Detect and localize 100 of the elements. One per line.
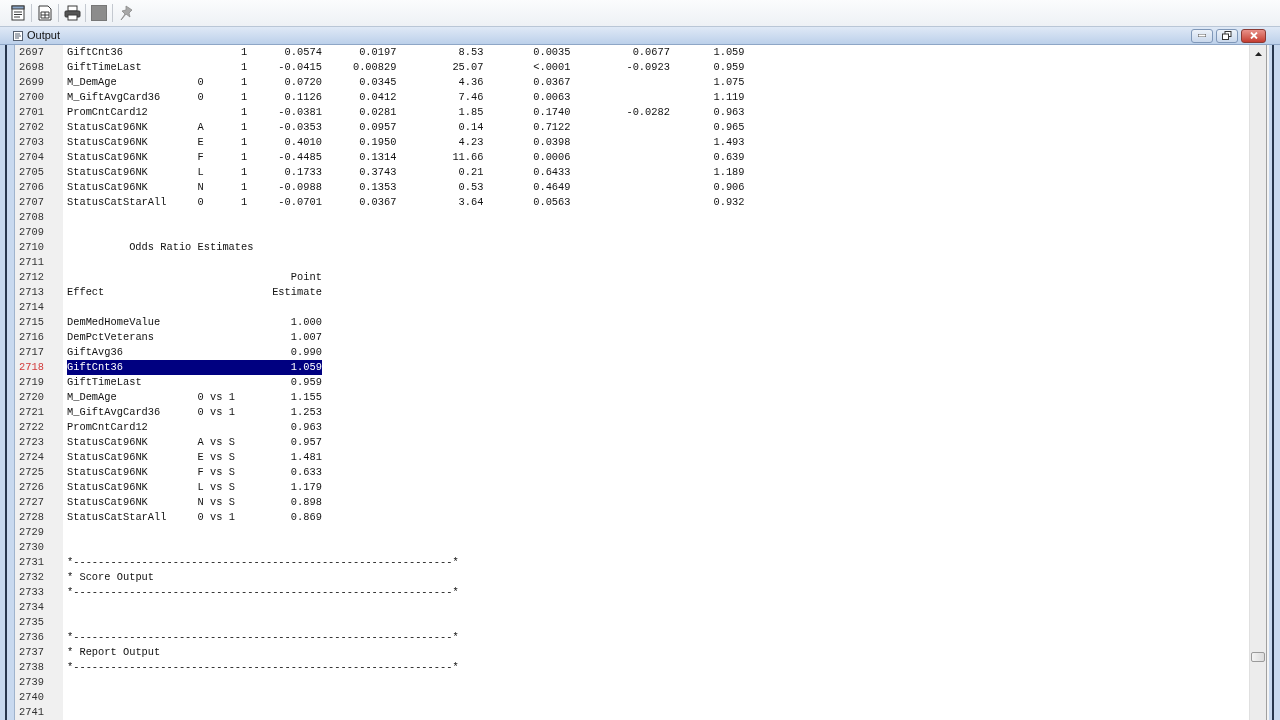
table-cell: 0.0957	[359, 120, 397, 135]
table-cell: -0.0701	[278, 195, 322, 210]
line-number: 2727	[19, 495, 44, 510]
scrollbar-thumb[interactable]	[1251, 652, 1265, 662]
table-cell: StatusCat96NK	[67, 150, 148, 165]
table-cell: 1.000	[290, 315, 322, 330]
table-cell: -0.0353	[278, 120, 322, 135]
table-cell: 1.059	[713, 45, 745, 60]
table-cell: 0.0063	[533, 90, 571, 105]
line-number: 2708	[19, 210, 44, 225]
line-number: 2740	[19, 690, 44, 705]
square-icon	[91, 5, 107, 21]
table-cell: 7.46	[458, 90, 484, 105]
table-cell: 0.0574	[284, 45, 322, 60]
column-header: Estimate	[272, 285, 322, 300]
table-cell: StatusCat96NK	[67, 450, 148, 465]
table-cell: 1	[241, 195, 248, 210]
restore-button[interactable]	[1216, 28, 1238, 43]
table-cell: -0.0381	[278, 105, 322, 120]
line-number: 2714	[19, 300, 44, 315]
line-number: 2713	[19, 285, 44, 300]
table-cell: 11.66	[452, 150, 484, 165]
table-cell: 1	[241, 120, 248, 135]
restore-icon	[1222, 31, 1232, 40]
table-cell: StatusCat96NK	[67, 165, 148, 180]
table-cell: -0.0923	[626, 60, 670, 75]
line-number: 2705	[19, 165, 44, 180]
line-number: 2741	[19, 705, 44, 720]
line-number: 2701	[19, 105, 44, 120]
table-cell: F vs S	[197, 465, 235, 480]
toolbar-button[interactable]	[8, 3, 28, 23]
table-cell: GiftCnt36	[67, 45, 123, 60]
table-cell: 1.075	[713, 75, 745, 90]
line-number: 2710	[19, 240, 44, 255]
line-number: 2704	[19, 150, 44, 165]
table-cell: E	[197, 135, 204, 150]
table-cell: 0.0345	[359, 75, 397, 90]
line-number: 2698	[19, 60, 44, 75]
line-number: 2722	[19, 420, 44, 435]
table-cell: F	[197, 150, 204, 165]
table-cell: 3.64	[458, 195, 484, 210]
table-cell: 0.932	[713, 195, 745, 210]
table-cell: 0.898	[290, 495, 322, 510]
table-cell: PromCntCard12	[67, 420, 148, 435]
table-cell: GiftCnt36	[67, 360, 123, 375]
table-cell: 0.0035	[533, 45, 571, 60]
line-number: 2736	[19, 630, 44, 645]
line-number: 2733	[19, 585, 44, 600]
table-title: Odds Ratio Estimates	[129, 240, 254, 255]
table-cell: StatusCatStarAll	[67, 510, 167, 525]
table-cell: M_GiftAvgCard36	[67, 90, 161, 105]
table-cell: PromCntCard12	[67, 105, 148, 120]
table-cell: 0.1733	[284, 165, 322, 180]
document-icon	[11, 5, 25, 21]
table-cell: 1.189	[713, 165, 745, 180]
table-cell: -0.4485	[278, 150, 322, 165]
table-cell: GiftTimeLast	[67, 375, 142, 390]
table-cell: 0.0197	[359, 45, 397, 60]
table-cell: 0	[197, 90, 204, 105]
table-cell: 1.155	[290, 390, 322, 405]
table-cell: A	[197, 120, 204, 135]
line-number: 2729	[19, 525, 44, 540]
table-cell: 1	[241, 180, 248, 195]
scrollbar-track[interactable]	[1249, 45, 1266, 720]
table-cell: DemMedHomeValue	[67, 315, 161, 330]
table-cell: 0	[197, 75, 204, 90]
line-number: 2702	[19, 120, 44, 135]
toolbar-button[interactable]	[35, 3, 55, 23]
line-number: 2699	[19, 75, 44, 90]
table-cell: 0.0367	[533, 75, 571, 90]
table-cell: GiftTimeLast	[67, 60, 142, 75]
table-cell: GiftAvg36	[67, 345, 123, 360]
table-cell: 0.957	[290, 435, 322, 450]
line-number: 2706	[19, 180, 44, 195]
table-cell: <.0001	[533, 60, 571, 75]
table-cell: DemPctVeterans	[67, 330, 155, 345]
line-number: 2735	[19, 615, 44, 630]
table-cell: 0.869	[290, 510, 322, 525]
table-cell: 0.0367	[359, 195, 397, 210]
table-cell: 0 vs 1	[197, 390, 235, 405]
line-number: 2719	[19, 375, 44, 390]
table-cell: 0.00829	[352, 60, 397, 75]
table-cell: E vs S	[197, 450, 235, 465]
table-cell: 0.0006	[533, 150, 571, 165]
close-button[interactable]	[1241, 28, 1266, 43]
line-number: 2726	[19, 480, 44, 495]
table-cell: 0 vs 1	[197, 510, 235, 525]
table-cell: StatusCat96NK	[67, 480, 148, 495]
table-cell: 0.1126	[284, 90, 322, 105]
table-cell: 0.21	[458, 165, 484, 180]
table-cell: 1	[241, 75, 248, 90]
toolbar-button[interactable]	[62, 3, 82, 23]
line-number: 2703	[19, 135, 44, 150]
table-cell: StatusCat96NK	[67, 135, 148, 150]
comment-text: *-------------------------------------------------------------*	[67, 630, 459, 645]
column-header: Point	[290, 270, 322, 285]
line-number: 2732	[19, 570, 44, 585]
table-cell: 0.0281	[359, 105, 397, 120]
line-number: 2731	[19, 555, 44, 570]
table-cell: 0.1950	[359, 135, 397, 150]
